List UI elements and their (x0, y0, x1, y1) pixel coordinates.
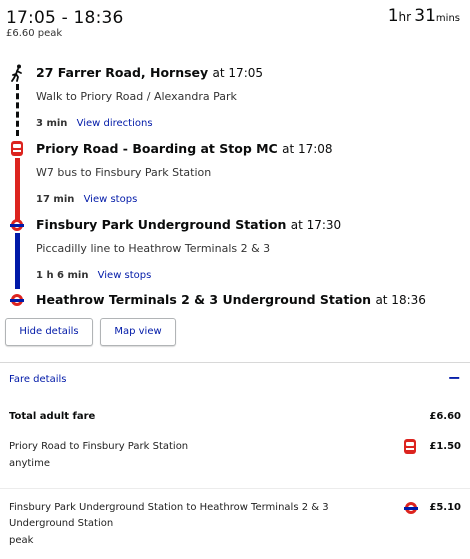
fare-row-tube-route-line2: Underground Station (9, 518, 114, 529)
fare-row-divider (0, 488, 470, 489)
stop-boarding: Priory Road - Boarding at Stop MC at 17:… (36, 141, 333, 156)
stop-origin: 27 Farrer Road, Hornsey at 17:05 (36, 65, 263, 80)
stop-origin-time: at 17:05 (212, 66, 264, 80)
piccadilly-route-line (15, 233, 20, 289)
bus-route-line (15, 158, 20, 220)
fare-row-bus-route: Priory Road to Finsbury Park Station (9, 441, 189, 452)
duration-minutes: 31 (414, 6, 436, 26)
stop-destination-time: at 18:36 (375, 293, 426, 307)
stop-boarding-time: at 17:08 (282, 142, 333, 156)
stop-origin-name: 27 Farrer Road, Hornsey (36, 65, 209, 80)
view-stops-link-bus[interactable]: View stops (84, 194, 138, 205)
total-fare-value: £6.60 (429, 411, 461, 422)
walk-route-line (16, 84, 19, 136)
leg-walk-duration: 3 min (36, 118, 68, 129)
view-stops-link-tube[interactable]: View stops (98, 270, 152, 281)
stop-interchange-name: Finsbury Park Underground Station (36, 217, 287, 232)
walking-person-icon (11, 64, 25, 86)
total-fare-label: Total adult fare (9, 411, 96, 422)
underground-roundel-icon (10, 294, 24, 306)
bus-icon (11, 141, 23, 156)
leg-bus-meta: 17 min View stops (36, 194, 137, 205)
collapse-icon[interactable]: − (448, 368, 461, 387)
fare-row-bus-price: £1.50 (429, 441, 461, 452)
fare-row-tube-route-line1: Finsbury Park Underground Station to Hea… (9, 502, 329, 513)
stop-interchange: Finsbury Park Underground Station at 17:… (36, 217, 341, 232)
stop-destination: Heathrow Terminals 2 & 3 Underground Sta… (36, 292, 426, 307)
view-directions-link[interactable]: View directions (77, 118, 153, 129)
fare-row-bus-type: anytime (9, 458, 50, 469)
journey-time-range: 17:05 - 18:36 (6, 8, 124, 28)
leg-bus-description: W7 bus to Finsbury Park Station (36, 166, 212, 179)
map-view-button[interactable]: Map view (100, 318, 176, 346)
underground-roundel-icon (404, 502, 418, 514)
fare-row-tube-type: peak (9, 535, 34, 546)
duration-minutes-unit: mins (435, 13, 460, 24)
stop-destination-name: Heathrow Terminals 2 & 3 Underground Sta… (36, 292, 372, 307)
leg-tube-meta: 1 h 6 min View stops (36, 270, 151, 281)
section-divider (0, 362, 470, 363)
leg-bus-duration: 17 min (36, 194, 75, 205)
journey-duration: 1hr 31mins (388, 6, 460, 26)
stop-interchange-time: at 17:30 (290, 218, 342, 232)
hide-details-button[interactable]: Hide details (5, 318, 93, 346)
bus-icon (404, 439, 416, 454)
fare-details-toggle[interactable]: Fare details (9, 374, 67, 385)
leg-walk-description: Walk to Priory Road / Alexandra Park (36, 90, 237, 103)
duration-hours-unit: hr (398, 10, 412, 24)
underground-roundel-icon (10, 219, 24, 231)
leg-tube-duration: 1 h 6 min (36, 270, 89, 281)
fare-row-tube-price: £5.10 (429, 502, 461, 513)
leg-tube-description: Piccadilly line to Heathrow Terminals 2 … (36, 242, 271, 255)
stop-boarding-name: Priory Road - Boarding at Stop MC (36, 141, 278, 156)
duration-hours: 1 (387, 6, 399, 26)
journey-price: £6.60 peak (6, 28, 63, 39)
leg-walk-meta: 3 min View directions (36, 118, 153, 129)
